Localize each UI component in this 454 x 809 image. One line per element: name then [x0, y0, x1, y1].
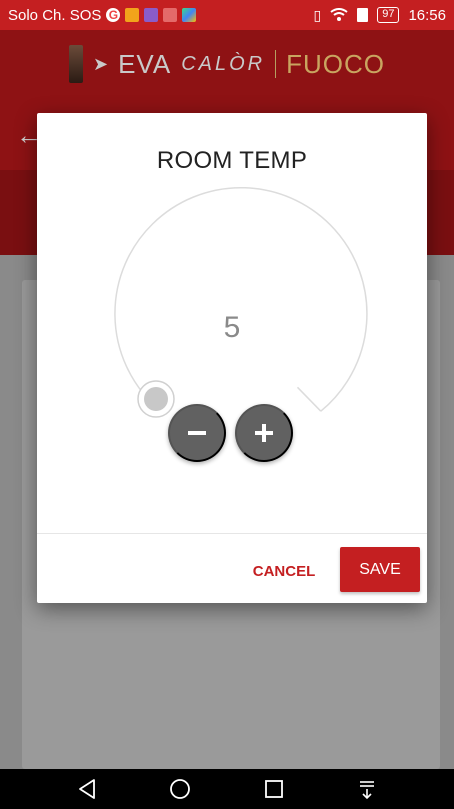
home-nav-icon[interactable] — [169, 778, 191, 800]
increase-button[interactable] — [235, 404, 293, 462]
brand-flame-icon: ➤ — [93, 53, 109, 74]
brand-logo: ➤ EVA CALÒR FUOCO — [0, 45, 454, 83]
plus-icon — [255, 424, 273, 442]
decrease-button[interactable] — [168, 404, 226, 462]
room-temp-dialog: ROOM TEMP 5 CANCEL SAVE — [37, 113, 427, 603]
status-right: ▯ 97 16:56 — [313, 7, 446, 24]
battery-icon: 97 — [377, 7, 400, 23]
dialog-divider — [37, 533, 427, 534]
brand-eva: EVA — [118, 48, 172, 79]
carrier-label: Solo Ch. SOS — [8, 6, 102, 24]
app-purple-icon — [144, 8, 159, 22]
app-orange-icon — [125, 8, 140, 22]
brand-divider — [275, 50, 277, 78]
status-left: Solo Ch. SOS G — [8, 6, 197, 24]
play-store-icon — [182, 8, 197, 22]
minus-icon — [188, 431, 206, 435]
clock: 16:56 — [408, 6, 446, 24]
back-nav-icon[interactable] — [76, 778, 98, 800]
dial-end-tick — [296, 386, 322, 412]
google-icon: G — [106, 8, 121, 22]
navigation-bar — [0, 769, 454, 809]
calendar-icon — [163, 8, 178, 22]
sim-icon — [357, 8, 369, 22]
dial-knob — [144, 387, 168, 411]
temperature-value: 5 — [223, 311, 241, 344]
dial-track — [114, 187, 368, 412]
brand-calor: CALÒR — [181, 52, 266, 75]
brand-fuoco: FUOCO — [286, 48, 385, 79]
save-button[interactable]: SAVE — [340, 547, 420, 592]
recents-nav-icon[interactable] — [263, 778, 285, 800]
vibrate-icon: ▯ — [313, 6, 322, 23]
wifi-icon — [330, 8, 348, 21]
status-bar: Solo Ch. SOS G ▯ 97 16:56 — [0, 0, 454, 30]
cancel-button[interactable]: CANCEL — [239, 549, 329, 593]
brand-mark-icon — [69, 45, 83, 83]
notification-pull-icon[interactable] — [356, 778, 378, 800]
